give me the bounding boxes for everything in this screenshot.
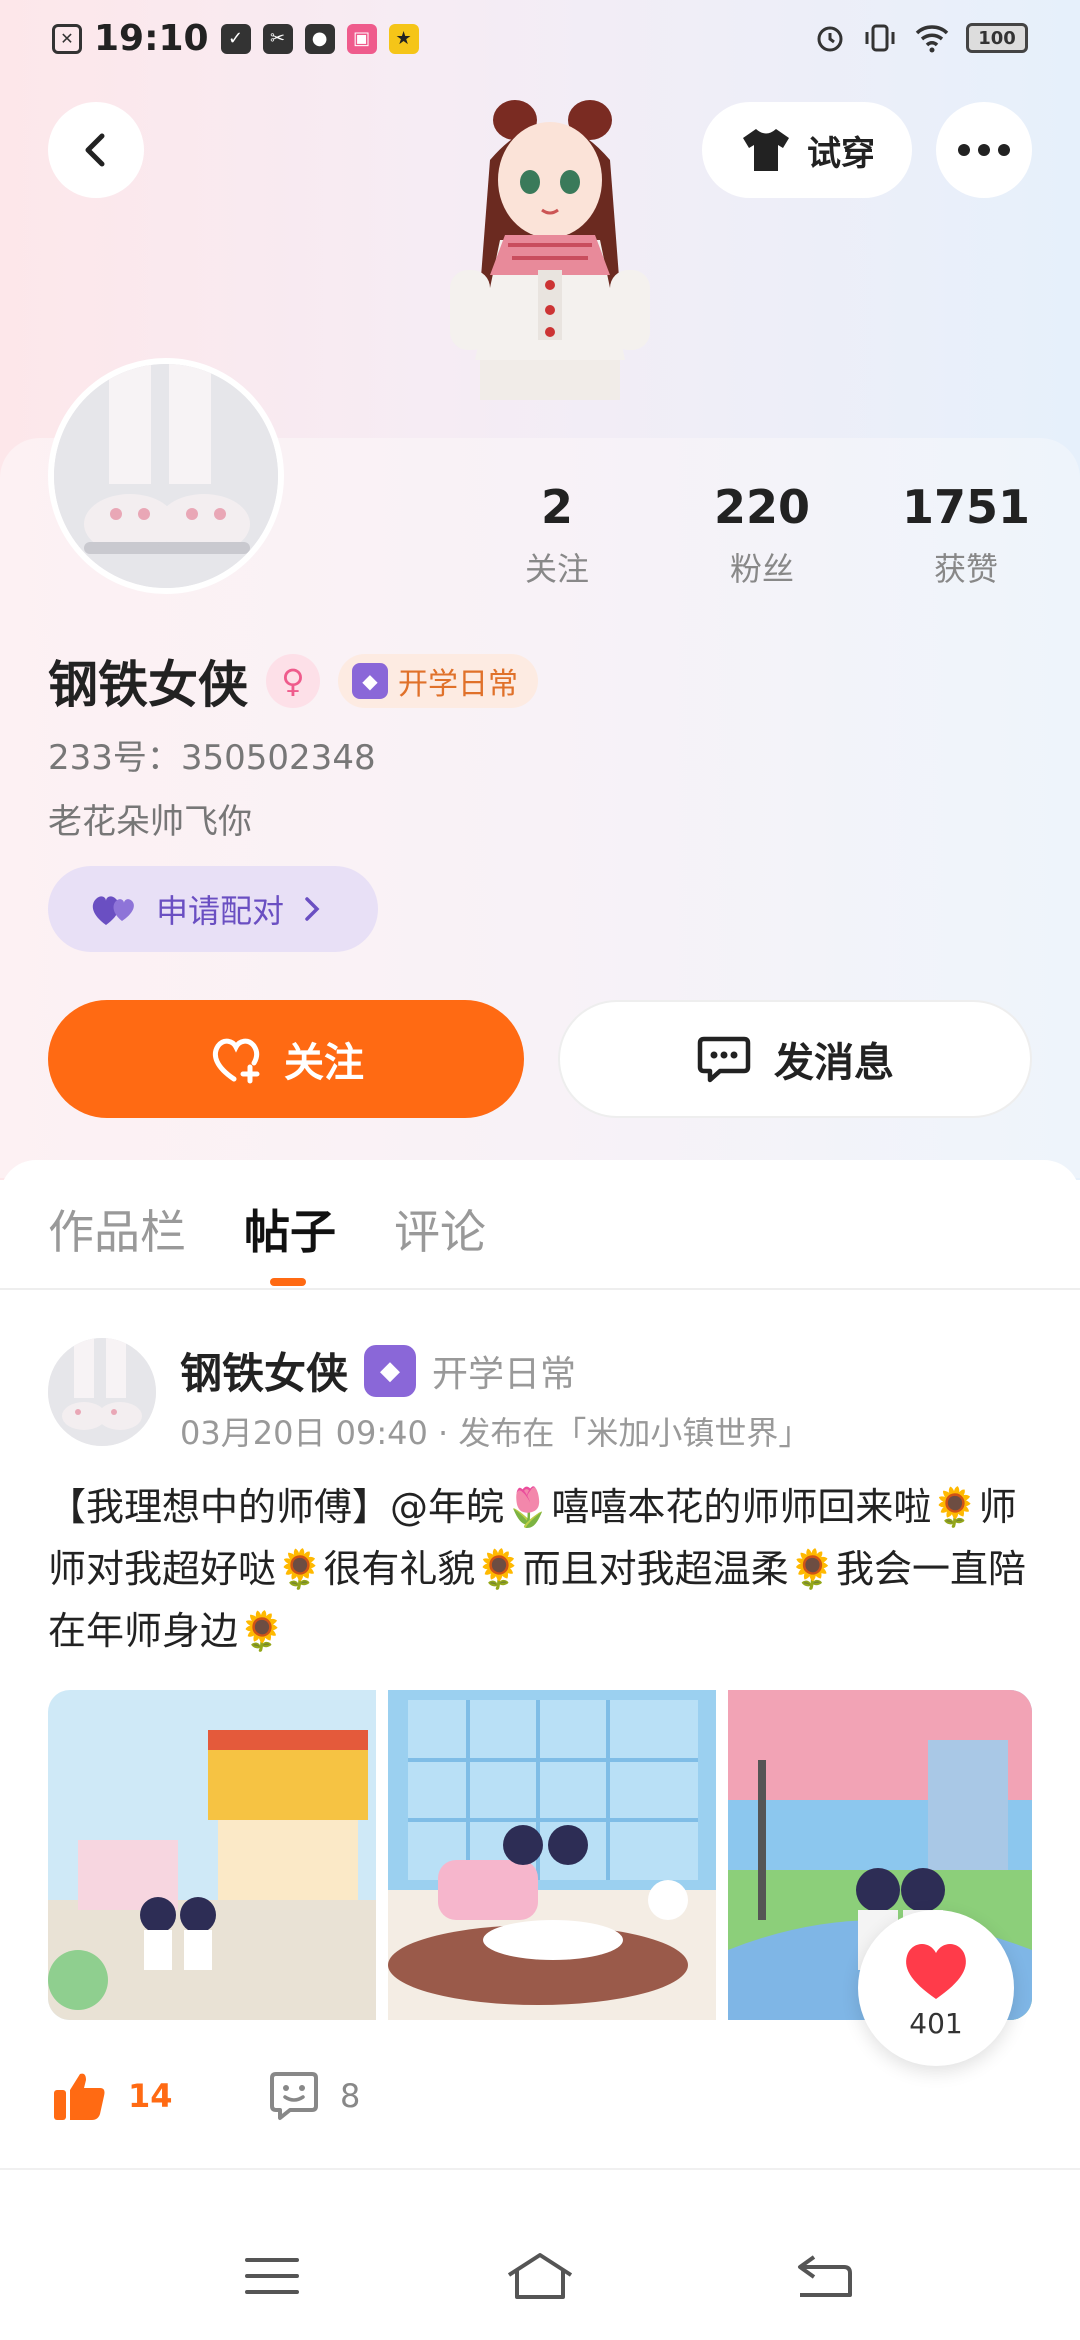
system-navigation-bar [0, 2200, 1080, 2340]
clipboard-icon: ✓ [220, 23, 251, 54]
follow-label: 关注 [284, 1040, 364, 1086]
request-pair-button[interactable]: 申请配对 [48, 866, 378, 952]
post-author-avatar[interactable] [48, 1338, 156, 1446]
status-time: 19:10 [94, 18, 209, 59]
home-icon [507, 2253, 573, 2299]
follow-button[interactable]: 关注 [48, 1000, 524, 1118]
profile-tag[interactable]: ◆ 开学日常 [338, 654, 538, 708]
female-icon: ♀ [266, 654, 320, 708]
post-image-1[interactable] [48, 1690, 376, 2020]
menu-nav-button[interactable] [232, 2246, 312, 2306]
post-divider [0, 2168, 1080, 2170]
app-notification-icon: ✂ [262, 23, 293, 54]
stat-followers-value: 220 [713, 480, 811, 534]
badge-icon: ◆ [364, 1344, 417, 1397]
hearts-icon [92, 896, 134, 925]
comment-count: 8 [340, 2077, 361, 2115]
home-nav-button[interactable] [500, 2246, 580, 2306]
stat-likes-label: 获赞 [933, 550, 998, 588]
tab-works[interactable]: 作品栏 [48, 1196, 186, 1262]
thumbs-up-icon [54, 2073, 105, 2120]
request-pair-label: 申请配对 [156, 892, 285, 930]
more-options-button[interactable] [936, 102, 1032, 198]
menu-icon [245, 2258, 299, 2294]
post-author-row: 钢铁女侠 ◆ 开学日常 [180, 1340, 576, 1401]
app-notification-icon-2: ● [304, 23, 335, 54]
badge-icon: ◆ [352, 663, 388, 699]
tab-posts[interactable]: 帖子 [244, 1196, 336, 1262]
heart-plus-icon [212, 1038, 260, 1084]
comment-action[interactable]: 8 [268, 2070, 360, 2122]
back-arrow-icon [798, 2255, 852, 2297]
user-id: 233号：350502348 [48, 738, 376, 778]
no-sim-icon: ✕ [52, 23, 82, 54]
back-button[interactable] [48, 102, 144, 198]
profile-tag-label: 开学日常 [398, 667, 518, 702]
chat-bubble-icon [697, 1036, 751, 1083]
bilibili-icon: ▣ [346, 23, 377, 54]
battery-indicator: 100 [966, 23, 1028, 53]
post-content[interactable]: 【我理想中的师傅】@年皖🌷嘻嘻本花的师师回来啦🌻师师对我超好哒🌻很有礼貌🌻而且对… [48, 1476, 1038, 1662]
floating-like-button[interactable]: 401 [858, 1910, 1014, 2066]
profile-name: 钢铁女侠 [48, 656, 248, 714]
chevron-right-icon [305, 897, 320, 921]
send-message-label: 发消息 [774, 1040, 894, 1086]
alarm-icon [817, 26, 843, 52]
tab-comments[interactable]: 评论 [394, 1196, 486, 1262]
like-action[interactable]: 14 [52, 2070, 268, 2122]
vibrate-icon [865, 24, 895, 52]
send-message-button[interactable]: 发消息 [558, 1000, 1032, 1118]
avatar-image [54, 364, 278, 588]
profile-bio: 老花朵帅飞你 [48, 802, 252, 842]
stat-likes[interactable]: 1751 获赞 [886, 480, 1046, 590]
back-nav-button[interactable] [784, 2246, 864, 2306]
wifi-icon [915, 25, 949, 53]
post-image-2[interactable] [388, 1690, 716, 2020]
profile-avatar[interactable] [48, 358, 284, 594]
post-avatar-image [48, 1338, 156, 1446]
stat-followers[interactable]: 220 粉丝 [682, 480, 842, 590]
stat-following-label: 关注 [524, 550, 589, 588]
stat-following[interactable]: 2 关注 [477, 480, 637, 590]
app-notification-icon-3: ★ [388, 23, 419, 54]
stat-likes-value: 1751 [901, 480, 1031, 534]
active-tab-indicator [270, 1278, 306, 1286]
tshirt-icon [743, 129, 789, 171]
post-author-tag: 开学日常 [432, 1353, 577, 1395]
avatar-3d-figure [450, 100, 650, 400]
heart-icon [906, 1943, 966, 1999]
post-author-name[interactable]: 钢铁女侠 [180, 1340, 348, 1401]
stat-following-value: 2 [540, 480, 573, 534]
stat-followers-label: 粉丝 [729, 550, 794, 588]
comment-icon [270, 2072, 318, 2120]
more-horizontal-icon [958, 144, 1010, 156]
content-tabs: 作品栏 帖子 评论 [0, 1160, 1080, 1290]
floating-like-count: 401 [909, 2006, 963, 2040]
chevron-left-icon [85, 133, 105, 167]
try-on-label: 试穿 [807, 133, 875, 174]
post-meta: 03月20日 09:40 · 发布在「米加小镇世界」 [180, 1414, 811, 1452]
try-on-button[interactable]: 试穿 [702, 102, 912, 198]
like-count: 14 [128, 2077, 173, 2115]
post-actions: 14 8 [52, 2070, 360, 2122]
profile-name-row: 钢铁女侠 ♀ ◆ 开学日常 [48, 645, 538, 717]
